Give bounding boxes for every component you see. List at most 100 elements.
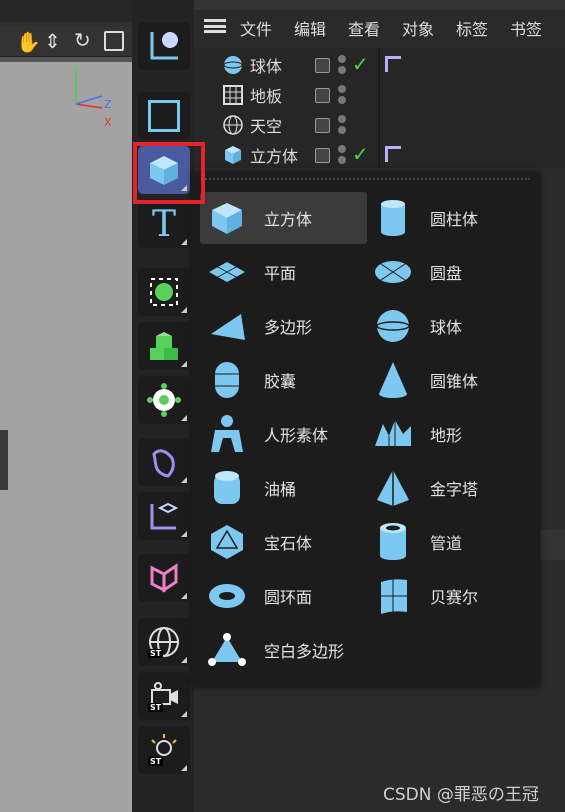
menu-tags[interactable]: 标签	[456, 16, 488, 40]
menu-item-figure[interactable]: 人形素体	[204, 407, 328, 461]
torus-icon	[204, 573, 250, 619]
render-visibility-dot[interactable]	[338, 126, 346, 134]
effector-tool[interactable]	[138, 376, 190, 424]
viewport-3d[interactable]: ✋ ⇕ ↻ Y X Z	[0, 0, 132, 812]
menu-bookmarks[interactable]: 书签	[510, 16, 542, 40]
checkmark-icon[interactable]: ✓	[352, 52, 369, 76]
coordinate-system-tool[interactable]	[138, 22, 190, 70]
render-visibility-dot[interactable]	[338, 66, 346, 74]
menu-item-polygon-object[interactable]: 空白多边形	[204, 623, 344, 677]
viewport-toolbar-top	[0, 0, 132, 22]
menu-item-pyramid[interactable]: 金字塔	[370, 461, 478, 515]
menu-item-plane[interactable]: 平面	[204, 245, 296, 299]
null-tool[interactable]	[138, 492, 190, 540]
svg-text:Z: Z	[104, 98, 112, 111]
field-tool[interactable]	[138, 554, 190, 602]
visibility-toggle[interactable]	[315, 148, 330, 163]
menu-item-label: 平面	[264, 264, 297, 283]
st-badge: ST	[148, 703, 164, 712]
null-axis-icon	[150, 502, 179, 530]
object-list-divider	[378, 48, 380, 168]
capsule-icon	[204, 357, 250, 403]
object-manager-tabs	[194, 0, 565, 10]
menu-item-label: 圆柱体	[430, 210, 479, 229]
sphere-icon	[223, 56, 243, 74]
figure-icon	[204, 411, 250, 457]
render-visibility-dot[interactable]	[338, 156, 346, 164]
sphere-icon	[370, 303, 416, 349]
menu-view[interactable]: 查看	[348, 16, 380, 40]
deformer-tool[interactable]	[138, 438, 190, 486]
menu-item-cube[interactable]: 立方体	[204, 191, 312, 245]
menu-item-cylinder[interactable]: 圆柱体	[370, 191, 478, 245]
floor-plane	[0, 62, 132, 812]
maximize-icon[interactable]	[104, 31, 124, 51]
editor-visibility-dot[interactable]	[338, 115, 346, 123]
checkmark-icon[interactable]: ✓	[352, 142, 369, 166]
environment-tool[interactable]: ST	[138, 618, 190, 666]
menu-item-capsule[interactable]: 胶囊	[204, 353, 296, 407]
select-tool[interactable]	[138, 92, 190, 140]
plane-icon	[204, 249, 250, 295]
object-name: 立方体	[250, 147, 299, 166]
menu-item-sphere[interactable]: 球体	[370, 299, 462, 353]
visibility-toggle[interactable]	[315, 88, 330, 103]
bend-deformer-icon	[152, 449, 175, 478]
cloner-tool[interactable]	[138, 322, 190, 370]
object-name: 球体	[250, 57, 283, 76]
editor-visibility-dot[interactable]	[338, 55, 346, 63]
editor-visibility-dot[interactable]	[338, 145, 346, 153]
svg-text:X: X	[104, 116, 112, 129]
move-icon[interactable]: ⇕	[44, 29, 61, 53]
field-icon	[150, 563, 178, 593]
menu-edit[interactable]: 编辑	[294, 16, 326, 40]
object-row[interactable]: 立方体	[208, 142, 298, 168]
menu-item-label: 油桶	[264, 480, 297, 499]
material-tag-icon[interactable]	[385, 56, 401, 72]
axis-icon	[150, 32, 178, 60]
menu-item-cone[interactable]: 圆锥体	[370, 353, 478, 407]
cube-icon	[225, 146, 241, 164]
generator-tool[interactable]	[138, 268, 190, 316]
menu-item-label: 贝赛尔	[430, 588, 479, 607]
menu-item-label: 球体	[430, 318, 463, 337]
cube-icon	[204, 195, 250, 241]
menu-item-disc[interactable]: 圆盘	[370, 245, 462, 299]
menu-item-oil-tank[interactable]: 油桶	[204, 461, 296, 515]
axis-gizmo: Y X Z	[64, 66, 114, 132]
st-badge: ST	[148, 757, 164, 766]
editor-visibility-dot[interactable]	[338, 85, 346, 93]
visibility-toggle[interactable]	[315, 58, 330, 73]
text-tool[interactable]: T	[138, 200, 190, 248]
menu-item-label: 圆锥体	[430, 372, 479, 391]
polygon-object-icon	[204, 627, 250, 673]
viewport-nav-bar: ✋ ⇕ ↻	[0, 26, 132, 57]
object-row[interactable]: 天空	[208, 112, 282, 138]
object-row[interactable]: 地板	[208, 82, 282, 108]
spline-object-icon	[150, 278, 178, 306]
material-tag-icon[interactable]	[385, 146, 401, 162]
camera-tool[interactable]: ST	[138, 672, 190, 720]
menu-item-platonic[interactable]: 宝石体	[204, 515, 312, 569]
menu-file[interactable]: 文件	[240, 16, 272, 40]
menu-item-landscape[interactable]: 地形	[370, 407, 462, 461]
hamburger-menu-icon[interactable]	[204, 19, 226, 33]
bezier-icon	[370, 573, 416, 619]
rotate-icon[interactable]: ↻	[74, 28, 91, 52]
polygon-icon	[204, 303, 250, 349]
cylinder-icon	[370, 195, 416, 241]
menu-objects[interactable]: 对象	[402, 16, 434, 40]
light-tool[interactable]: ST	[138, 726, 190, 774]
render-visibility-dot[interactable]	[338, 96, 346, 104]
visibility-toggle[interactable]	[315, 118, 330, 133]
menu-item-polygon[interactable]: 多边形	[204, 299, 312, 353]
cone-icon	[370, 357, 416, 403]
menu-item-torus[interactable]: 圆环面	[204, 569, 312, 623]
menu-item-tube[interactable]: 管道	[370, 515, 462, 569]
menu-item-label: 宝石体	[264, 534, 313, 553]
menu-item-label: 胶囊	[264, 372, 297, 391]
pan-hand-icon[interactable]: ✋	[16, 30, 41, 54]
menu-item-bezier[interactable]: 贝赛尔	[370, 569, 478, 623]
object-row[interactable]: 球体	[208, 52, 282, 78]
menu-item-label: 管道	[430, 534, 463, 553]
